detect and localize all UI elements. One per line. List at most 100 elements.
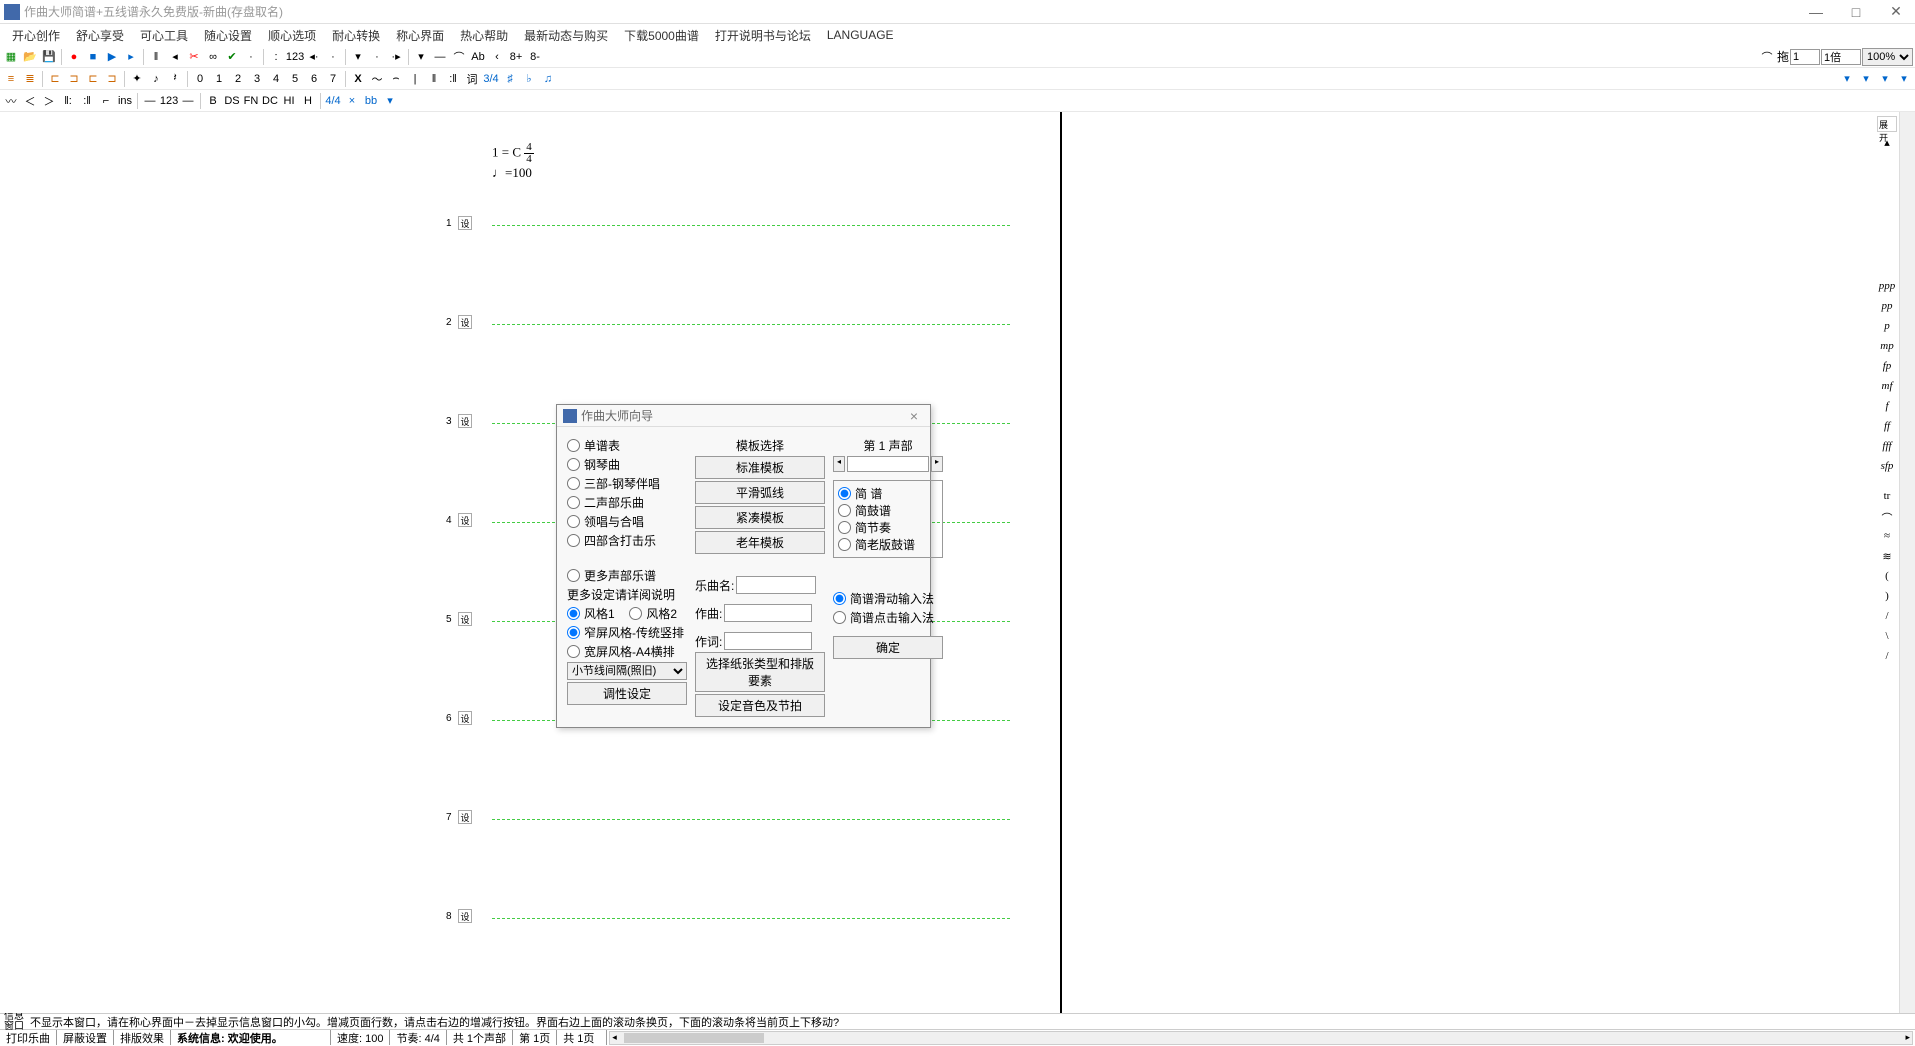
times-input[interactable] xyxy=(1821,49,1861,65)
oct-down[interactable]: 8- xyxy=(526,48,544,66)
part-left-button[interactable]: ◂ xyxy=(833,456,845,472)
radio-piano[interactable] xyxy=(567,458,580,471)
radio-drum[interactable] xyxy=(838,504,851,517)
paper-button[interactable]: 选择纸张类型和排版要素 xyxy=(695,652,825,692)
radio-single[interactable] xyxy=(567,439,580,452)
radio-style1[interactable] xyxy=(567,607,580,620)
template-compact[interactable]: 紧凑模板 xyxy=(695,506,825,529)
radio-wide[interactable] xyxy=(567,645,580,658)
menu-item[interactable]: 称心界面 xyxy=(388,25,452,46)
dot-icon[interactable]: · xyxy=(242,48,260,66)
bar-interval-select[interactable]: 小节线间隔(照旧) xyxy=(567,662,687,680)
bar1-icon[interactable]: | xyxy=(406,70,424,88)
dd4-icon[interactable]: ▾ xyxy=(1895,70,1913,88)
cresc-icon[interactable]: ＜ xyxy=(21,92,39,110)
rep1-icon[interactable]: ‖: xyxy=(59,92,77,110)
indent4-icon[interactable]: ⊐ xyxy=(103,70,121,88)
num-2[interactable]: 2 xyxy=(229,70,247,88)
scroll-up-icon[interactable]: ▴ xyxy=(1884,136,1890,152)
rep2-icon[interactable]: :‖ xyxy=(78,92,96,110)
dim-icon[interactable]: ＞ xyxy=(40,92,58,110)
screen-button[interactable]: 屏蔽设置 xyxy=(57,1030,114,1045)
rewind-icon[interactable]: ◂ xyxy=(166,48,184,66)
staff-line[interactable]: 2设 xyxy=(492,324,1010,325)
dyn-ff[interactable]: ff xyxy=(1884,420,1890,436)
dots2-icon[interactable]: : xyxy=(267,48,285,66)
menu-item[interactable]: 随心设置 xyxy=(196,25,260,46)
menu-item[interactable]: 开心创作 xyxy=(4,25,68,46)
bar-icon[interactable]: ‖ xyxy=(147,48,165,66)
num-3[interactable]: 3 xyxy=(248,70,266,88)
menu-item[interactable]: 可心工具 xyxy=(132,25,196,46)
dot3-icon[interactable]: · xyxy=(324,48,342,66)
num-7[interactable]: 7 xyxy=(324,70,342,88)
brack-icon[interactable]: ⌐ xyxy=(97,92,115,110)
right-icon[interactable]: ·▸ xyxy=(387,48,405,66)
num-1[interactable]: 1 xyxy=(210,70,228,88)
num-5[interactable]: 5 xyxy=(286,70,304,88)
down-icon[interactable]: ▾ xyxy=(349,48,367,66)
horizontal-scrollbar[interactable]: ◂▸ xyxy=(609,1031,1913,1045)
template-standard[interactable]: 标准模板 xyxy=(695,456,825,479)
t123-button[interactable]: 123 xyxy=(160,92,178,110)
hi-button[interactable]: HI xyxy=(280,92,298,110)
dd5-icon[interactable]: ▾ xyxy=(381,92,399,110)
cut-icon[interactable]: ✂ xyxy=(185,48,203,66)
dyn-pp[interactable]: pp xyxy=(1882,300,1893,316)
oct-up[interactable]: 8+ xyxy=(507,48,525,66)
radio-narrow[interactable] xyxy=(567,626,580,639)
radio-click-input[interactable] xyxy=(833,611,846,624)
layout-button[interactable]: 排版效果 xyxy=(114,1030,171,1045)
radio-more[interactable] xyxy=(567,569,580,582)
radio-olddrum[interactable] xyxy=(838,538,851,551)
dyn-mf[interactable]: mf xyxy=(1882,380,1893,396)
tilde-icon[interactable]: ～ xyxy=(368,70,386,88)
menu-item[interactable]: LANGUAGE xyxy=(819,26,902,44)
note-icon[interactable]: ♪ xyxy=(147,70,165,88)
new-icon[interactable]: ▦ xyxy=(2,48,20,66)
staff-line[interactable]: 8设 xyxy=(492,918,1010,919)
menu-item[interactable]: 耐心转换 xyxy=(324,25,388,46)
x-button[interactable]: X xyxy=(349,70,367,88)
link-icon[interactable]: ∞ xyxy=(204,48,222,66)
expand-icon[interactable]: 展开 xyxy=(1877,116,1897,132)
menu-item[interactable]: 舒心享受 xyxy=(68,25,132,46)
lyricist-input[interactable] xyxy=(724,632,812,650)
check-icon[interactable]: ✔ xyxy=(223,48,241,66)
close-button[interactable]: ✕ xyxy=(1881,2,1911,22)
ins-button[interactable]: ins xyxy=(116,92,134,110)
dyn-mp[interactable]: mp xyxy=(1880,340,1893,356)
composer-input[interactable] xyxy=(724,604,812,622)
radio-slide-input[interactable] xyxy=(833,592,846,605)
radio-chorus[interactable] xyxy=(567,515,580,528)
dd1-icon[interactable]: ▾ xyxy=(1838,70,1856,88)
ds-button[interactable]: DS xyxy=(223,92,241,110)
arc-icon[interactable]: ⌢ xyxy=(387,70,405,88)
repeat-icon[interactable]: :‖ xyxy=(444,70,462,88)
indent3-icon[interactable]: ⊏ xyxy=(84,70,102,88)
dash3-icon[interactable]: — xyxy=(179,92,197,110)
indent-icon[interactable]: ⊏ xyxy=(46,70,64,88)
roll-input[interactable] xyxy=(1790,49,1820,65)
paren2-icon[interactable]: ) xyxy=(1885,590,1889,606)
dot4-icon[interactable]: · xyxy=(368,48,386,66)
menu-item[interactable]: 顺心选项 xyxy=(260,25,324,46)
align2-icon[interactable]: ≣ xyxy=(21,70,39,88)
wave3-icon[interactable]: ≋ xyxy=(1882,550,1891,566)
fn-button[interactable]: FN xyxy=(242,92,260,110)
tie-icon[interactable]: ⌒ xyxy=(1758,48,1776,66)
b-button[interactable]: B xyxy=(204,92,222,110)
left-icon[interactable]: ◂· xyxy=(305,48,323,66)
maximize-button[interactable]: □ xyxy=(1841,2,1871,22)
stop-icon[interactable]: ■ xyxy=(84,48,102,66)
dyn-fp[interactable]: fp xyxy=(1883,360,1892,376)
dyn-f[interactable]: f xyxy=(1885,400,1888,416)
menu-item[interactable]: 下载5000曲谱 xyxy=(616,25,707,46)
dd2-icon[interactable]: ▾ xyxy=(1857,70,1875,88)
paren-icon[interactable]: ( xyxy=(1885,570,1889,586)
slash3-icon[interactable]: / xyxy=(1885,650,1888,666)
radio-jianpu[interactable] xyxy=(838,487,851,500)
radio-style2[interactable] xyxy=(629,607,642,620)
num-6[interactable]: 6 xyxy=(305,70,323,88)
menu-item[interactable]: 热心帮助 xyxy=(452,25,516,46)
